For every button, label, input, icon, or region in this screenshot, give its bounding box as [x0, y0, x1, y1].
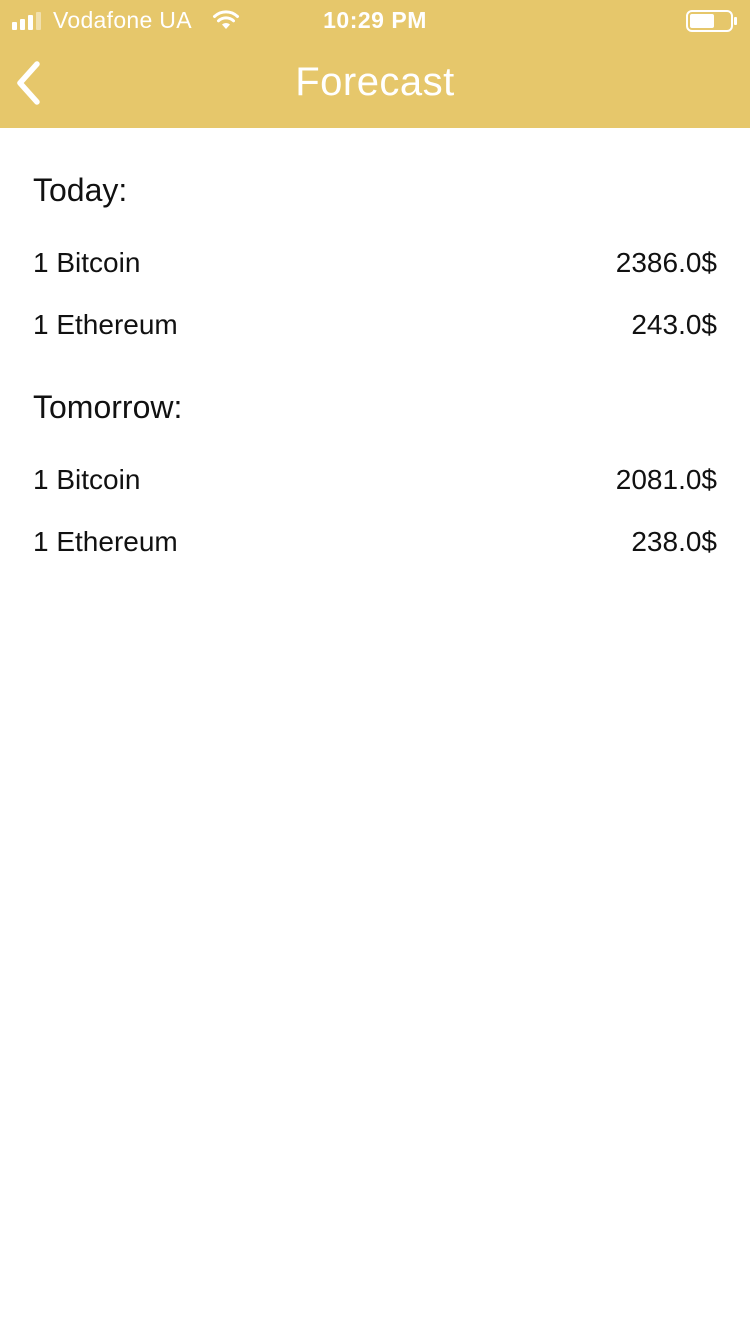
status-bar: Vodafone UA 10:29 PM — [0, 0, 750, 40]
section-title-today: Today: — [33, 172, 128, 208]
tomorrow-section: Tomorrow: 1 Bitcoin 2081.0$ 1 Ethereum 2… — [0, 356, 750, 573]
today-section: Today: 1 Bitcoin 2386.0$ 1 Ethereum 243.… — [0, 128, 750, 356]
list-item-today-bitcoin: 1 Bitcoin 2386.0$ — [33, 232, 717, 294]
price-value: 2081.0$ — [615, 464, 717, 495]
price-value: 243.0$ — [631, 309, 717, 340]
header: Vodafone UA 10:29 PM Forecast — [0, 0, 750, 128]
currency-label: 1 Ethereum — [33, 526, 178, 557]
battery-icon — [686, 10, 737, 32]
page-title: Forecast — [295, 60, 455, 104]
price-value: 2386.0$ — [615, 247, 717, 278]
price-value: 238.0$ — [631, 526, 717, 557]
navigation-bar: Forecast — [0, 40, 750, 128]
forecast-content: Today: 1 Bitcoin 2386.0$ 1 Ethereum 243.… — [0, 128, 750, 573]
forecast-screen: Vodafone UA 10:29 PM Forecast Today: 1 B… — [0, 0, 750, 1334]
list-item-tomorrow-bitcoin: 1 Bitcoin 2081.0$ — [33, 449, 717, 511]
currency-label: 1 Bitcoin — [33, 247, 141, 278]
status-time: 10:29 PM — [323, 7, 427, 33]
section-title-tomorrow: Tomorrow: — [33, 389, 183, 425]
currency-label: 1 Ethereum — [33, 309, 178, 340]
list-item-today-ethereum: 1 Ethereum 243.0$ — [33, 294, 717, 356]
list-item-tomorrow-ethereum: 1 Ethereum 238.0$ — [33, 511, 717, 573]
currency-label: 1 Bitcoin — [33, 464, 141, 495]
